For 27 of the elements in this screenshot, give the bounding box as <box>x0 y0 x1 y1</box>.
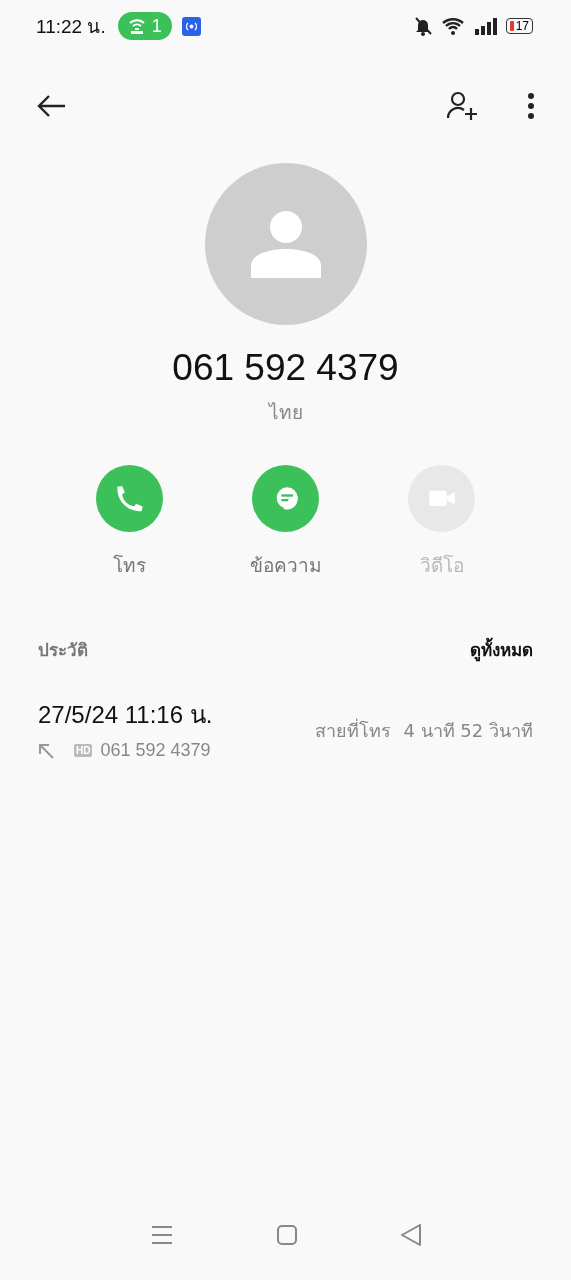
diagonal-arrow-icon <box>38 742 54 759</box>
home-icon[interactable] <box>276 1225 297 1245</box>
add-contact-icon[interactable] <box>447 91 479 121</box>
action-label: ข้อความ <box>249 553 322 578</box>
nfc-icon <box>181 16 201 36</box>
hotspot-badge: 1 <box>117 12 172 40</box>
wifi-icon <box>441 16 466 36</box>
action-label: โทร <box>113 553 146 578</box>
phone-icon <box>115 484 144 513</box>
call-type: สายที่โทร <box>315 717 392 743</box>
history-heading: ประวัติ <box>38 639 88 662</box>
status-time: 11:22 น. <box>36 15 106 39</box>
battery-indicator: 17 <box>505 18 533 34</box>
call-datetime: 27/5/24 11:16 น. <box>38 700 213 730</box>
back-arrow-icon[interactable] <box>36 94 66 118</box>
more-options-icon[interactable] <box>527 93 535 119</box>
menu-icon[interactable] <box>150 1225 173 1245</box>
see-all-link[interactable]: ดูทั้งหมด <box>470 636 533 663</box>
signal-icon <box>473 17 498 35</box>
phone-number: 061 592 4379 <box>171 347 400 389</box>
person-icon <box>250 210 321 278</box>
call-number: 061 592 4379 <box>100 740 211 761</box>
call-duration: 4 นาที 52 วินาที <box>403 718 533 743</box>
back-icon[interactable] <box>400 1224 421 1246</box>
hd-badge: HD <box>74 744 93 757</box>
number-location: ไทย <box>267 400 304 425</box>
action-label: วิดีโอ <box>419 553 464 578</box>
